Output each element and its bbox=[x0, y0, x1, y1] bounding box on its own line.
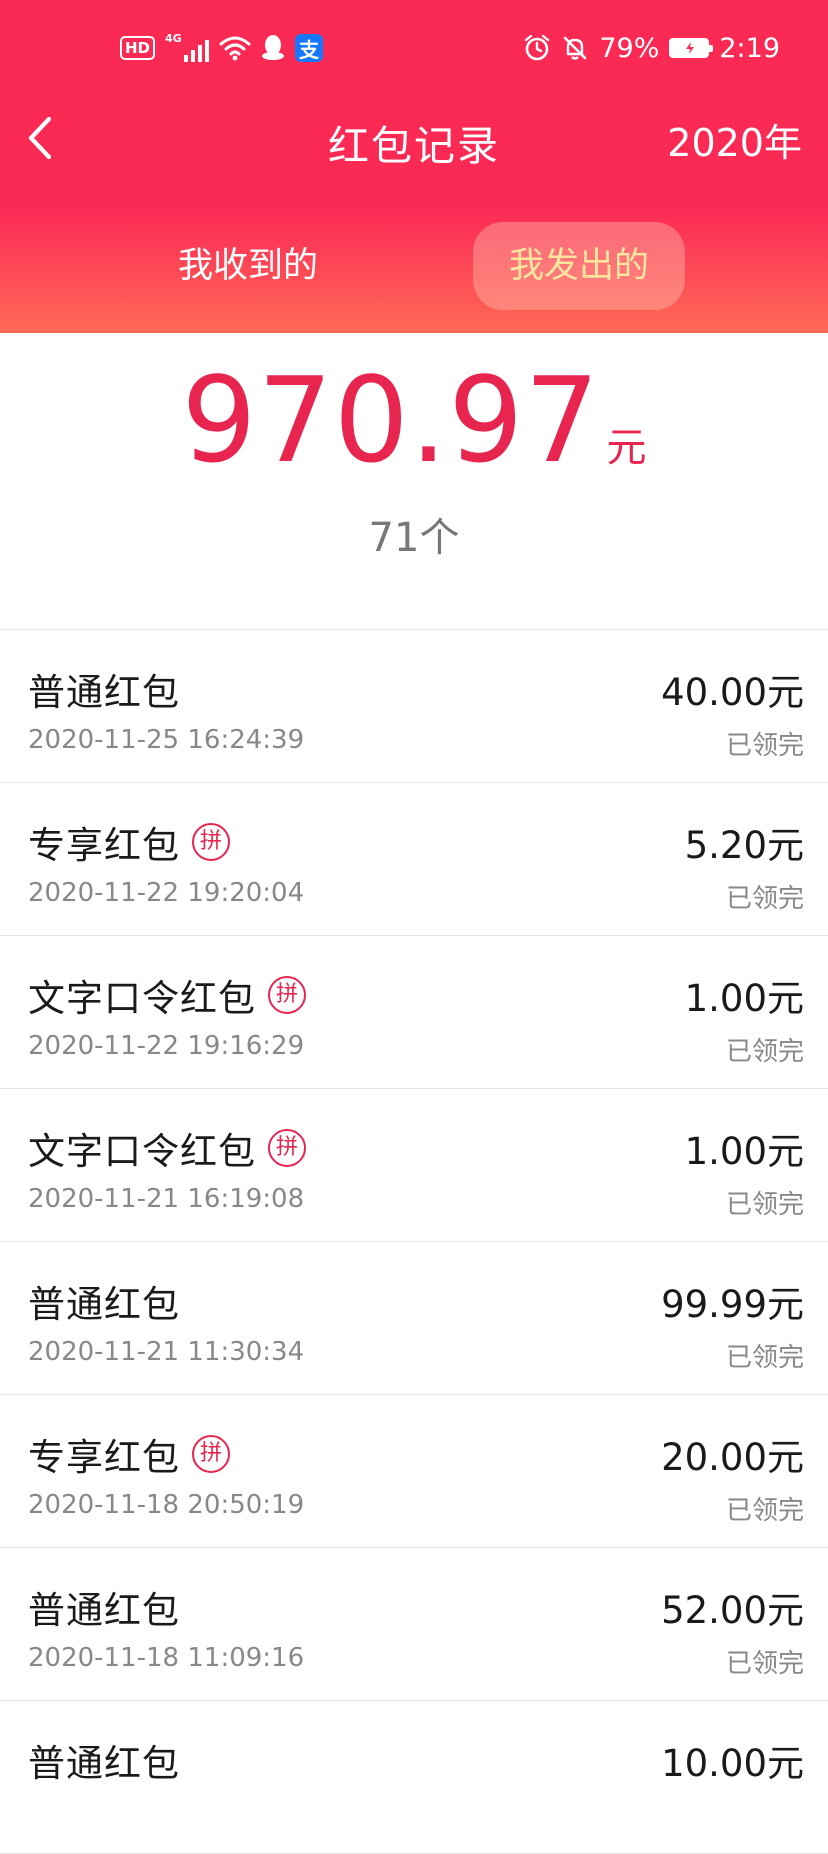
record-time: 2020-11-25 16:24:39 bbox=[28, 725, 305, 755]
tab-received[interactable]: 我收到的 bbox=[156, 222, 340, 310]
record-status: 已领完 bbox=[725, 1649, 804, 1679]
alarm-icon bbox=[523, 34, 551, 62]
record-amount: 1.00元 bbox=[684, 1130, 804, 1173]
hd-icon: HD bbox=[120, 36, 156, 60]
year-selector[interactable]: 2020年 bbox=[667, 112, 802, 167]
total-count: 71个 bbox=[368, 515, 460, 561]
record-status: 已领完 bbox=[725, 731, 804, 761]
battery-charging-icon bbox=[669, 38, 714, 58]
record-status: 已领完 bbox=[725, 1343, 804, 1373]
nav-bar: 红包记录 2020年 bbox=[0, 96, 828, 180]
status-bar: HD 4G 支 79% 2:19 bbox=[0, 0, 828, 96]
record-status: 已领完 bbox=[725, 1037, 804, 1067]
total-amount: 970.97 元 bbox=[0, 355, 828, 485]
4g-signal-icon: 4G bbox=[165, 32, 210, 62]
record-status: 已领完 bbox=[725, 1190, 804, 1220]
record-type: 专享红包 bbox=[28, 824, 180, 867]
record-type: 普通红包 bbox=[28, 1742, 180, 1785]
status-left-icons: HD 4G 支 bbox=[120, 28, 324, 68]
wifi-icon bbox=[219, 35, 251, 61]
record-amount: 10.00元 bbox=[661, 1742, 804, 1785]
record-row[interactable]: 专享红包 拼 2020-11-18 20:50:19 20.00元 已领完 bbox=[0, 1395, 828, 1548]
qq-icon bbox=[261, 34, 285, 62]
record-status: 已领完 bbox=[725, 1496, 804, 1526]
record-type: 专享红包 bbox=[28, 1436, 180, 1479]
record-amount: 52.00元 bbox=[661, 1589, 804, 1632]
record-amount: 40.00元 bbox=[661, 671, 804, 714]
total-amount-unit: 元 bbox=[606, 425, 647, 471]
tab-bar: 我收到的 我发出的 bbox=[0, 222, 828, 310]
record-type: 文字口令红包 bbox=[28, 1130, 256, 1173]
record-row[interactable]: 普通红包 2020-11-21 11:30:34 99.99元 已领完 bbox=[0, 1242, 828, 1395]
record-time: 2020-11-18 11:09:16 bbox=[28, 1643, 305, 1673]
record-row[interactable]: 专享红包 拼 2020-11-22 19:20:04 5.20元 已领完 bbox=[0, 783, 828, 936]
record-status: 已领完 bbox=[725, 884, 804, 914]
group-pin-badge-icon: 拼 bbox=[268, 1129, 306, 1167]
record-time: 2020-11-22 19:20:04 bbox=[28, 878, 305, 908]
summary: 970.97 元 71个 bbox=[0, 333, 828, 629]
record-time: 2020-11-22 19:16:29 bbox=[28, 1031, 305, 1061]
record-row[interactable]: 普通红包 2020-11-25 16:24:39 40.00元 已领完 bbox=[0, 630, 828, 783]
group-pin-badge-icon: 拼 bbox=[192, 1435, 230, 1473]
record-type: 普通红包 bbox=[28, 1589, 180, 1632]
record-amount: 1.00元 bbox=[684, 977, 804, 1020]
total-amount-value: 970.97 bbox=[181, 351, 601, 489]
notifications-off-icon bbox=[561, 34, 589, 62]
record-type: 文字口令红包 bbox=[28, 977, 256, 1020]
status-right-icons: 79% 2:19 bbox=[523, 28, 780, 68]
record-list: 普通红包 2020-11-25 16:24:39 40.00元 已领完 专享红包… bbox=[0, 629, 828, 1854]
record-row[interactable]: 文字口令红包 拼 2020-11-22 19:16:29 1.00元 已领完 bbox=[0, 936, 828, 1089]
record-type: 普通红包 bbox=[28, 671, 180, 714]
record-amount: 20.00元 bbox=[661, 1436, 804, 1479]
record-time: 2020-11-21 11:30:34 bbox=[28, 1337, 305, 1367]
header: HD 4G 支 79% 2:19 红包记录 2020年 我收到的 我发出的 bbox=[0, 0, 828, 333]
network-type-label: 4G bbox=[165, 32, 182, 45]
alipay-icon: 支 bbox=[295, 34, 324, 62]
record-amount: 99.99元 bbox=[661, 1283, 804, 1326]
group-pin-badge-icon: 拼 bbox=[192, 823, 230, 861]
record-amount: 5.20元 bbox=[684, 824, 804, 867]
record-time: 2020-11-21 16:19:08 bbox=[28, 1184, 305, 1214]
tab-sent[interactable]: 我发出的 bbox=[473, 222, 685, 310]
record-time: 2020-11-18 20:50:19 bbox=[28, 1490, 305, 1520]
record-row[interactable]: 普通红包 2020-11-18 11:09:16 52.00元 已领完 bbox=[0, 1548, 828, 1701]
record-type: 普通红包 bbox=[28, 1283, 180, 1326]
record-row[interactable]: 普通红包 10.00元 bbox=[0, 1701, 828, 1854]
record-row[interactable]: 文字口令红包 拼 2020-11-21 16:19:08 1.00元 已领完 bbox=[0, 1089, 828, 1242]
group-pin-badge-icon: 拼 bbox=[268, 976, 306, 1014]
status-time: 2:19 bbox=[719, 32, 780, 64]
battery-percent: 79% bbox=[599, 32, 660, 64]
